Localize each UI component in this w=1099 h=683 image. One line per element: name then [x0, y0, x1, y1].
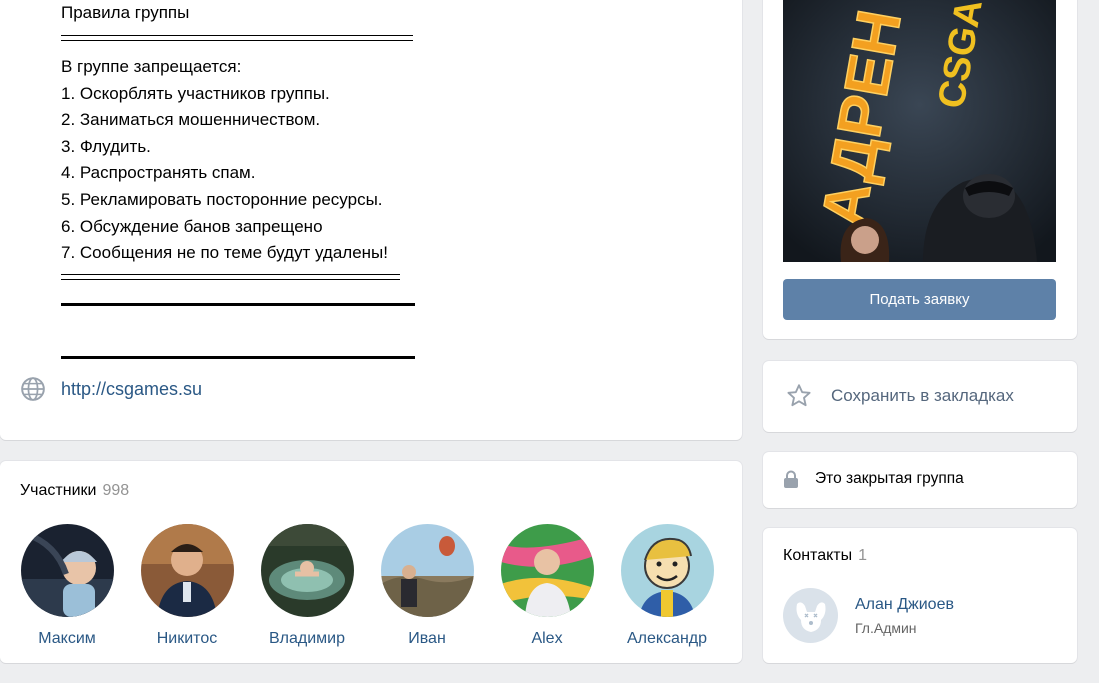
- rules-item: В группе запрещается:: [61, 57, 242, 76]
- rules-thick-divider: [61, 303, 415, 306]
- group-cover-image[interactable]: АДРЕН CSGA: [783, 0, 1056, 262]
- contact-role: Гл.Админ: [855, 619, 917, 636]
- contacts-card: Контакты 1 Алан Джиоев Гл.Админ: [763, 528, 1077, 663]
- avatar[interactable]: [500, 524, 594, 617]
- members-title: Участники: [20, 482, 97, 499]
- members-header[interactable]: Участники 998: [20, 482, 129, 500]
- avatar[interactable]: [140, 524, 234, 617]
- member-name[interactable]: Владимир: [247, 630, 367, 648]
- member-name[interactable]: Иван: [367, 630, 487, 648]
- member-name[interactable]: Максим: [7, 630, 127, 648]
- rules-card: Правила группы В группе запрещается: 1. …: [0, 0, 742, 440]
- member-item[interactable]: Максим: [7, 524, 127, 648]
- member-item[interactable]: Никитос: [127, 524, 247, 648]
- website-row: http://csgames.su: [20, 376, 202, 402]
- bookmark-row[interactable]: Сохранить в закладках: [785, 382, 1014, 410]
- rules-thick-divider: [61, 356, 415, 359]
- website-link[interactable]: http://csgames.su: [61, 379, 202, 400]
- member-item[interactable]: Владимир: [247, 524, 367, 648]
- closed-group-card: Это закрытая группа: [763, 452, 1077, 508]
- member-photo-icon: [260, 524, 354, 617]
- avatar[interactable]: [20, 524, 114, 617]
- closed-group-row: Это закрытая группа: [783, 470, 964, 488]
- globe-icon: [21, 377, 45, 401]
- avatar[interactable]: [380, 524, 474, 617]
- member-item[interactable]: Alex: [487, 524, 607, 648]
- member-photo-icon: [140, 524, 234, 617]
- rules-title: Правила группы: [61, 3, 190, 22]
- cover-image-icon: АДРЕН CSGA: [783, 0, 1056, 262]
- contacts-header[interactable]: Контакты 1: [783, 547, 867, 565]
- member-photo-icon: [380, 524, 474, 617]
- group-cover-card: АДРЕН CSGA Подать заявку: [763, 0, 1077, 339]
- rules-item: 2. Заниматься мошенничеством.: [61, 110, 321, 130]
- rules-item: 1. Оскорблять участников группы.: [61, 83, 330, 103]
- rules-item: 6. Обсуждение банов запрещено: [61, 216, 323, 236]
- avatar[interactable]: [783, 588, 838, 643]
- rules-item: 7. Сообщения не по теме будут удалены!: [61, 243, 388, 263]
- contact-item[interactable]: Алан Джиоев Гл.Админ: [783, 588, 954, 643]
- deactivated-dog-icon: [796, 601, 825, 632]
- bookmark-card[interactable]: Сохранить в закладках: [763, 361, 1077, 432]
- members-card: Участники 998 Максим Никитос Владимир Ив…: [0, 461, 742, 663]
- rules-item: 3. Флудить.: [61, 136, 151, 156]
- member-photo-icon: [20, 524, 114, 617]
- member-photo-icon: [500, 524, 594, 617]
- contacts-count: 1: [858, 547, 868, 564]
- apply-button[interactable]: Подать заявку: [783, 279, 1056, 320]
- contacts-title: Контакты: [783, 547, 853, 564]
- star-icon: [787, 384, 811, 407]
- avatar[interactable]: [620, 524, 714, 617]
- rules-item: 4. Распространять спам.: [61, 163, 256, 183]
- member-name[interactable]: Alex: [487, 630, 607, 648]
- vault-boy-icon: [620, 524, 714, 617]
- rules-double-divider: [61, 35, 413, 41]
- member-item[interactable]: Иван: [367, 524, 487, 648]
- avatar[interactable]: [260, 524, 354, 617]
- contact-name[interactable]: Алан Джиоев: [855, 596, 954, 614]
- member-name[interactable]: Александр: [607, 630, 727, 648]
- closed-group-label: Это закрытая группа: [815, 470, 964, 487]
- bookmark-label: Сохранить в закладках: [831, 386, 1014, 405]
- member-item[interactable]: Александр: [607, 524, 727, 648]
- members-count: 998: [102, 482, 130, 499]
- rules-double-divider: [61, 274, 400, 280]
- rules-list: В группе запрещается: 1. Оскорблять учас…: [61, 54, 388, 267]
- member-name[interactable]: Никитос: [127, 630, 247, 648]
- rules-item: 5. Рекламировать посторонние ресурсы.: [61, 189, 383, 209]
- lock-icon: [784, 470, 798, 488]
